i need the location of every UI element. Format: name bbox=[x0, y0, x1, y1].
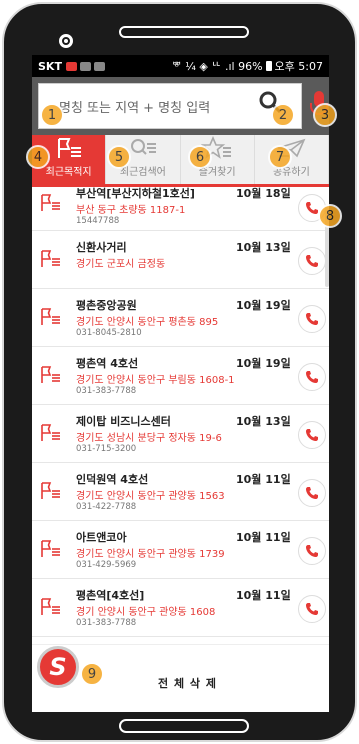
annotation-badge-6: 6 bbox=[188, 145, 212, 169]
annotation-badge-2: 2 bbox=[271, 103, 295, 127]
notification-icon bbox=[65, 61, 77, 71]
app-logo-button[interactable]: S bbox=[37, 646, 79, 688]
status-icons: ᄬ ¼ ◈ ᄔ .ıl 96% bbox=[171, 60, 263, 73]
flag-icon bbox=[41, 598, 60, 615]
annotation-badge-7: 7 bbox=[268, 145, 292, 169]
visit-date: 10월 19일 bbox=[236, 299, 291, 312]
place-phone: 031-383-7788 bbox=[76, 386, 137, 396]
place-name: 신환사거리 bbox=[76, 241, 127, 254]
search-list-icon bbox=[130, 139, 156, 155]
annotation-badge-9: 9 bbox=[80, 662, 104, 686]
camera-icon bbox=[59, 34, 73, 48]
annotation-badge-5: 5 bbox=[107, 145, 131, 169]
annotation-badge-3: 3 bbox=[313, 103, 337, 127]
flag-list-icon bbox=[57, 138, 81, 158]
list-item[interactable]: 평촌역 4호선 10월 19일 경기도 안양시 동안구 부림동 1608-1 0… bbox=[32, 347, 329, 405]
place-name: 평촌중앙공원 bbox=[76, 299, 137, 312]
call-button[interactable] bbox=[298, 479, 326, 507]
message-icon bbox=[93, 61, 105, 71]
visit-date: 10월 13일 bbox=[236, 415, 291, 428]
home-button[interactable] bbox=[119, 719, 249, 733]
phone-icon bbox=[306, 313, 318, 325]
phone-icon bbox=[306, 603, 318, 615]
place-name: 부산역[부산지하철1호선] bbox=[76, 187, 195, 200]
place-name: 인덕원역 4호선 bbox=[76, 473, 149, 486]
battery-icon bbox=[265, 61, 272, 71]
logo-letter: S bbox=[49, 653, 67, 681]
phone-icon bbox=[306, 255, 318, 267]
place-name: 평촌역 4호선 bbox=[76, 357, 139, 370]
place-address: 경기도 군포시 금정동 bbox=[76, 259, 166, 270]
list-item[interactable]: 제이탑 비즈니스센터 10월 13일 경기도 성남시 분당구 정자동 19-6 … bbox=[32, 405, 329, 463]
phone-icon bbox=[306, 371, 318, 383]
clock: 오후 5:07 bbox=[274, 60, 323, 73]
visit-date: 10월 11일 bbox=[236, 531, 291, 544]
flag-icon bbox=[41, 540, 60, 557]
visit-date: 10월 19일 bbox=[236, 357, 291, 370]
list-item[interactable]: 아트앤코아 10월 11일 경기도 안양시 동안구 관양동 1739 031-4… bbox=[32, 521, 329, 579]
delete-all-button[interactable]: 전 체 삭 제 bbox=[158, 675, 217, 691]
flag-icon bbox=[41, 250, 60, 267]
list-item[interactable]: 인덕원역 4호선 10월 11일 경기도 안양시 동안구 관양동 1563 03… bbox=[32, 463, 329, 521]
place-address: 경기도 성남시 분당구 정자동 19-6 bbox=[76, 433, 222, 444]
flag-icon bbox=[41, 194, 60, 211]
gallery-icon bbox=[79, 61, 91, 71]
bottom-bar: S 전 체 삭 제 bbox=[32, 644, 329, 712]
list-item[interactable]: 평촌중앙공원 10월 19일 경기도 안양시 동안구 평촌동 895 031-8… bbox=[32, 289, 329, 347]
visit-date: 10월 13일 bbox=[236, 241, 291, 254]
phone-icon bbox=[306, 545, 318, 557]
place-address: 경기도 안양시 동안구 관양동 1739 bbox=[76, 549, 225, 560]
place-phone: 031-429-5969 bbox=[76, 560, 137, 570]
list-item[interactable]: 부산역[부산지하철1호선] 10월 18일 부산 동구 초량동 1187-1 1… bbox=[32, 187, 329, 231]
annotation-badge-8: 8 bbox=[318, 204, 342, 228]
flag-icon bbox=[41, 424, 60, 441]
flag-icon bbox=[41, 482, 60, 499]
place-name: 아트앤코아 bbox=[76, 531, 127, 544]
visit-date: 10월 11일 bbox=[236, 589, 291, 602]
place-name: 평촌역[4호선] bbox=[76, 589, 145, 602]
speaker-grille bbox=[119, 26, 249, 38]
list-item[interactable]: 신환사거리 10월 13일 경기도 군포시 금정동 bbox=[32, 231, 329, 289]
call-button[interactable] bbox=[298, 537, 326, 565]
destination-list: 부산역[부산지하철1호선] 10월 18일 부산 동구 초량동 1187-1 1… bbox=[32, 187, 329, 647]
place-address: 경기 안양시 동안구 관양동 1608 bbox=[76, 607, 216, 618]
status-bar: SKT ᄬ ¼ ◈ ᄔ .ıl 96% 오후 5:07 bbox=[32, 55, 329, 77]
phone-icon bbox=[306, 487, 318, 499]
annotation-badge-4: 4 bbox=[26, 145, 50, 169]
visit-date: 10월 11일 bbox=[236, 473, 291, 486]
place-address: 부산 동구 초량동 1187-1 bbox=[76, 205, 186, 216]
annotation-badge-1: 1 bbox=[40, 103, 64, 127]
carrier-label: SKT bbox=[38, 59, 62, 73]
visit-date: 10월 18일 bbox=[236, 187, 291, 200]
call-button[interactable] bbox=[298, 595, 326, 623]
call-button[interactable] bbox=[298, 305, 326, 333]
search-placeholder: 명칭 또는 지역 + 명칭 입력 bbox=[59, 100, 211, 116]
place-address: 경기도 안양시 동안구 부림동 1608-1 bbox=[76, 375, 235, 386]
call-button[interactable] bbox=[298, 421, 326, 449]
call-button[interactable] bbox=[298, 363, 326, 391]
place-phone: 031-422-7788 bbox=[76, 502, 137, 512]
phone-icon bbox=[306, 429, 318, 441]
tab-share[interactable]: 공유하기 bbox=[255, 135, 329, 184]
flag-icon bbox=[41, 366, 60, 383]
place-phone: 031-383-7788 bbox=[76, 618, 137, 628]
place-name: 제이탑 비즈니스센터 bbox=[76, 415, 171, 428]
call-button[interactable] bbox=[298, 247, 326, 275]
place-address: 경기도 안양시 동안구 평촌동 895 bbox=[76, 317, 219, 328]
flag-icon bbox=[41, 308, 60, 325]
phone-icon bbox=[306, 202, 318, 214]
place-address: 경기도 안양시 동안구 관양동 1563 bbox=[76, 491, 225, 502]
place-phone: 031-715-3200 bbox=[76, 444, 137, 454]
list-item[interactable]: 평촌역[4호선] 10월 11일 경기 안양시 동안구 관양동 1608 031… bbox=[32, 579, 329, 637]
tab-label: 최근목적지 bbox=[45, 167, 92, 178]
place-phone: 031-8045-2810 bbox=[76, 328, 142, 338]
place-phone: 15447788 bbox=[76, 216, 120, 226]
